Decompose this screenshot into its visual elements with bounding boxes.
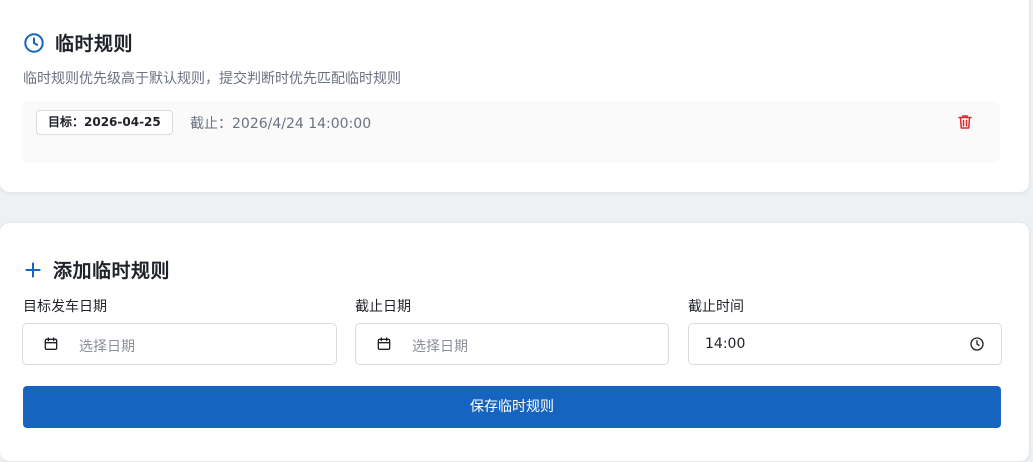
add-rule-title: 添加临时规则	[53, 260, 171, 282]
trash-icon[interactable]	[956, 112, 974, 132]
temp-rules-card: 临时规则 临时规则优先级高于默认规则，提交判断时优先匹配临时规则 目标：2026…	[0, 0, 1030, 193]
deadline-date-input[interactable]: 选择日期	[355, 323, 669, 365]
deadline-time-input[interactable]: 14:00	[688, 323, 1002, 365]
deadline-date-placeholder: 选择日期	[412, 339, 468, 355]
temp-rule-item: 目标：2026-04-25 截止：2026/4/24 14:00:00	[22, 101, 1000, 163]
calendar-icon	[377, 337, 391, 350]
temp-rules-header: 临时规则	[23, 29, 133, 56]
clock-icon[interactable]	[969, 336, 985, 352]
temp-rules-subtitle: 临时规则优先级高于默认规则，提交判断时优先匹配临时规则	[23, 71, 401, 87]
target-date-input[interactable]: 选择日期	[22, 323, 337, 365]
deadline-text: 截止：2026/4/24 14:00:00	[190, 116, 372, 132]
save-rule-button[interactable]: 保存临时规则	[23, 386, 1001, 428]
deadline-time-value: 14:00	[705, 336, 746, 352]
temp-rules-title: 临时规则	[55, 33, 134, 55]
deadline-date-label: 截止日期	[355, 299, 411, 315]
target-date-badge: 目标：2026-04-25	[36, 110, 173, 135]
clock-icon	[24, 32, 44, 53]
plus-icon	[25, 261, 41, 278]
target-date-label: 目标发车日期	[23, 299, 107, 315]
deadline-time-label: 截止时间	[688, 299, 744, 315]
add-rule-header: 添加临时规则	[23, 256, 170, 283]
calendar-icon	[44, 337, 58, 350]
target-date-placeholder: 选择日期	[79, 339, 135, 355]
